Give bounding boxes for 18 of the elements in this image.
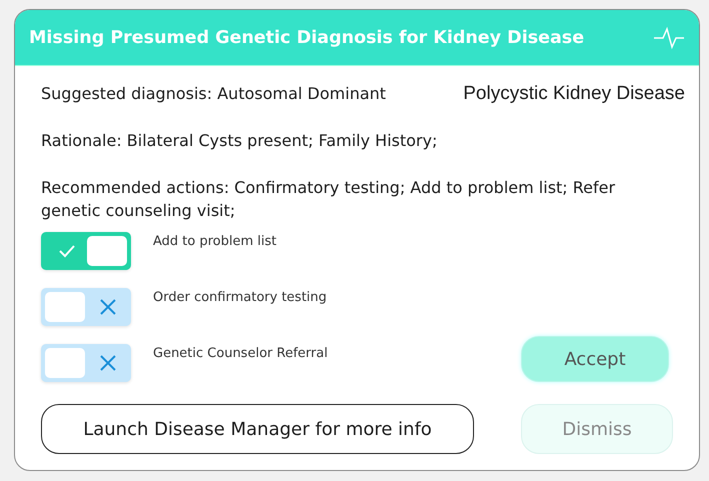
dismiss-button[interactable]: Dismiss <box>521 404 673 454</box>
card-title: Missing Presumed Genetic Diagnosis for Kidney Disease <box>29 28 584 48</box>
rationale-text: Rationale: Bilateral Cysts present; Family History; <box>41 130 438 152</box>
toggle-switch[interactable] <box>41 344 131 382</box>
toggle-label: Order confirmatory testing <box>153 289 327 305</box>
toggle-label: Genetic Counselor Referral <box>153 345 328 361</box>
toggle-switch[interactable] <box>41 288 131 326</box>
toggle-label: Add to problem list <box>153 233 276 249</box>
launch-button[interactable]: Launch Disease Manager for more info <box>41 404 474 454</box>
recommended-actions: Recommended actions: Confirmatory testing; Add to problem list; Refer genetic counseling visit; <box>41 177 616 222</box>
toggle-switch[interactable] <box>41 232 131 270</box>
accept-button[interactable]: Accept <box>521 336 669 382</box>
diagnosis-label: Suggested diagnosis: Autosomal Dominant <box>41 83 386 105</box>
close-icon <box>99 298 117 316</box>
check-icon <box>57 243 77 259</box>
pulse-icon <box>653 26 685 50</box>
diagnosis-value: Polycystic Kidney Disease <box>463 83 685 105</box>
close-icon <box>99 354 117 372</box>
